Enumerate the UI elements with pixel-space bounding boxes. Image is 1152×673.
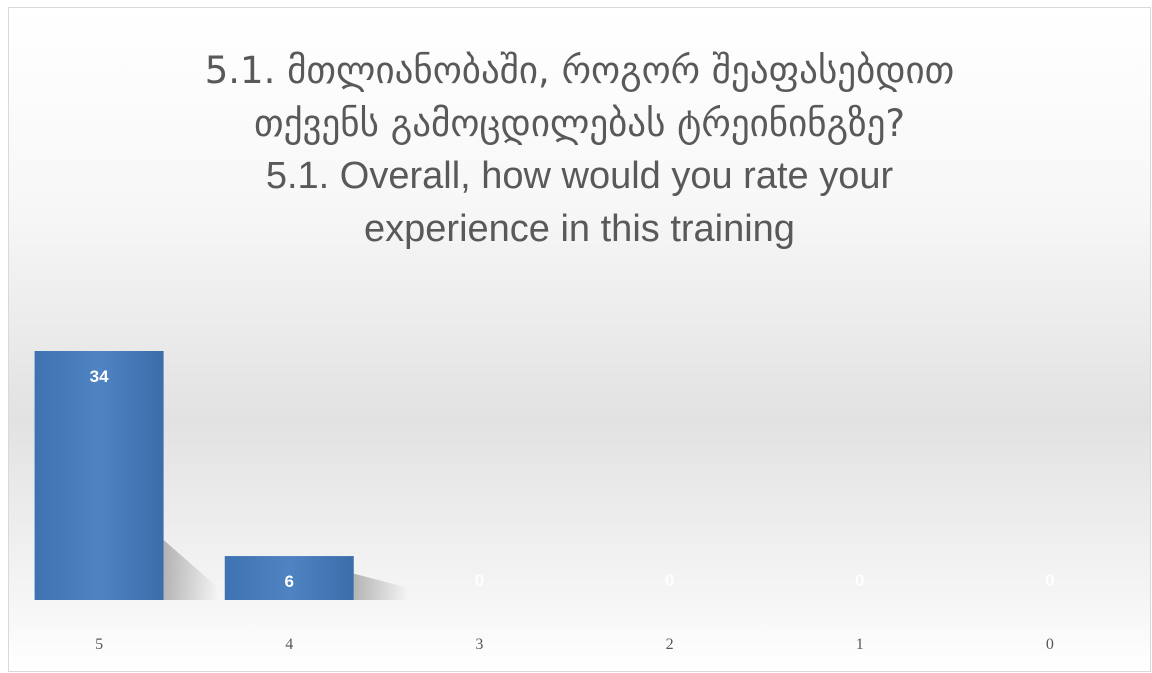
bar-shadow-5 bbox=[163, 540, 219, 600]
x-tick-label-1: 1 bbox=[856, 636, 864, 653]
x-axis-ticks-layer: 5 4 3 2 1 0 bbox=[95, 636, 1054, 653]
data-label-2: 0 bbox=[665, 571, 674, 590]
x-tick-label-3: 3 bbox=[475, 636, 483, 653]
bar-5 bbox=[34, 351, 164, 600]
data-label-3: 0 bbox=[475, 571, 484, 590]
x-tick-label-2: 2 bbox=[666, 636, 674, 653]
chart-area: 5.1. მთლიანობაში, როგორ შეაფასებდით თქვე… bbox=[8, 7, 1151, 672]
bars-layer bbox=[34, 351, 409, 600]
x-tick-label-4: 4 bbox=[285, 636, 293, 653]
bar-plot: 34 6 0 0 0 0 5 4 3 2 1 0 bbox=[34, 351, 1055, 653]
data-label-5: 34 bbox=[90, 367, 109, 386]
x-tick-label-0: 0 bbox=[1046, 636, 1054, 653]
x-tick-label-5: 5 bbox=[95, 636, 103, 653]
data-label-4: 6 bbox=[285, 572, 294, 591]
data-label-0: 0 bbox=[1045, 571, 1054, 590]
bar-shadow-4 bbox=[353, 573, 409, 600]
data-label-1: 0 bbox=[855, 571, 864, 590]
